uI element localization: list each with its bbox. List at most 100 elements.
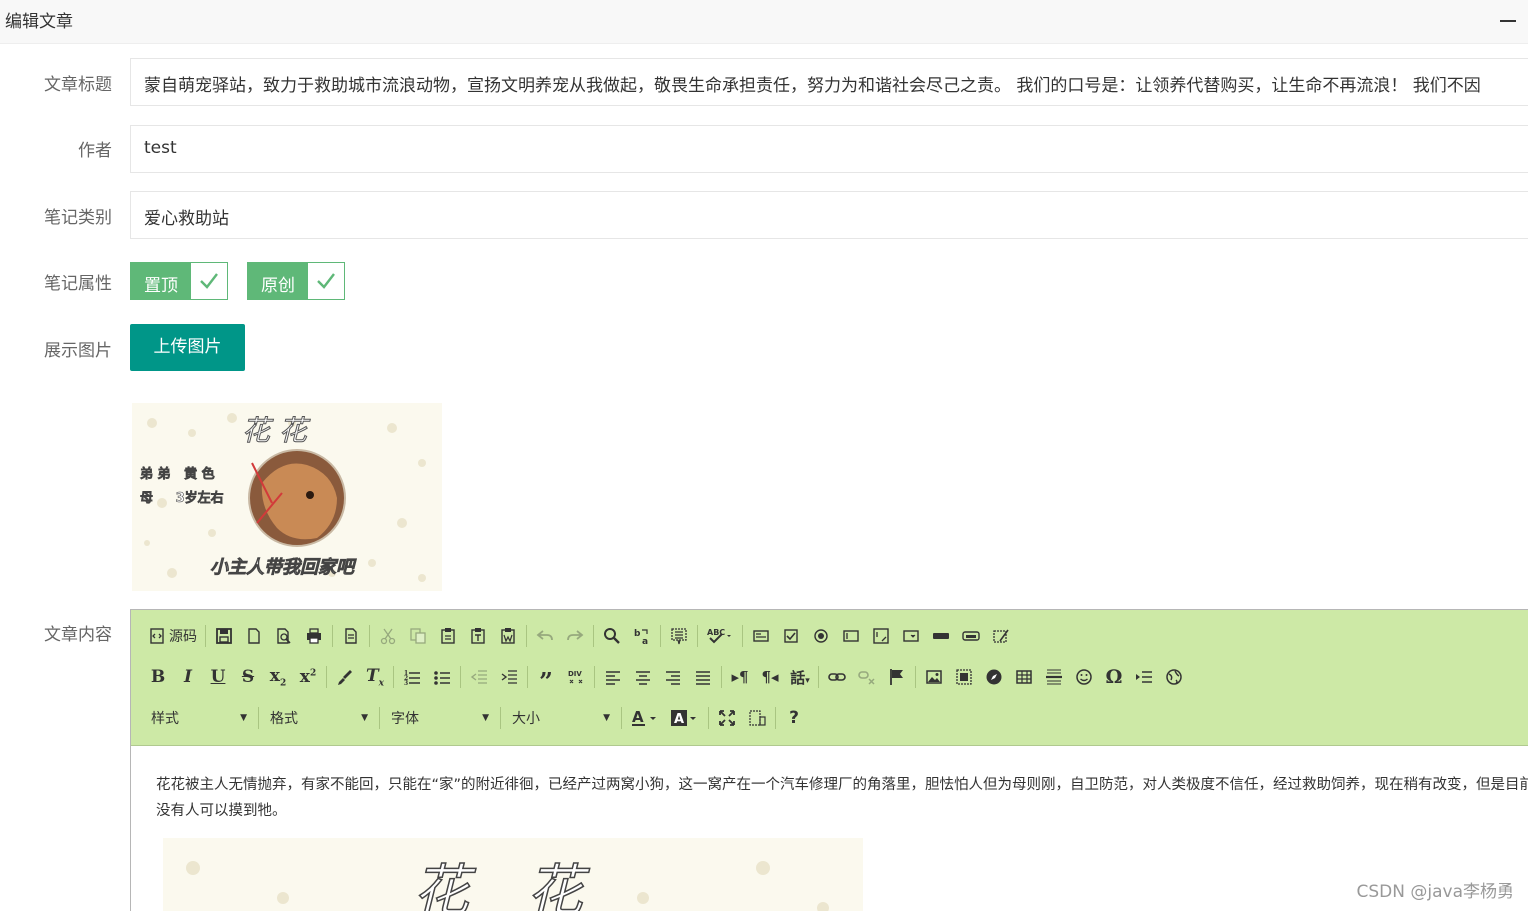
textarea-icon bbox=[873, 628, 889, 644]
page-break-icon bbox=[1136, 671, 1152, 683]
link-button[interactable] bbox=[822, 663, 852, 691]
paste-text-button[interactable] bbox=[463, 622, 493, 650]
maximize-button[interactable] bbox=[712, 704, 742, 732]
create-div-button[interactable]: DIV bbox=[561, 663, 591, 691]
window-title: 编辑文章 bbox=[5, 12, 73, 32]
anchor-button[interactable] bbox=[882, 663, 912, 691]
radio-button[interactable] bbox=[806, 622, 836, 650]
page-break-button[interactable] bbox=[1129, 663, 1159, 691]
editor-body-image[interactable]: 花 花 bbox=[163, 838, 863, 911]
replace-button[interactable]: ba bbox=[627, 622, 657, 650]
select-all-button[interactable] bbox=[664, 622, 694, 650]
iframe-button[interactable] bbox=[1159, 663, 1189, 691]
print-button[interactable] bbox=[299, 622, 329, 650]
redo-button[interactable] bbox=[560, 622, 590, 650]
superscript-icon: x2 bbox=[299, 667, 317, 687]
size-combo[interactable]: 大小 ▼ bbox=[504, 704, 618, 732]
preview-button[interactable] bbox=[269, 622, 299, 650]
indent-button[interactable] bbox=[494, 663, 524, 691]
select-field-button[interactable] bbox=[896, 622, 926, 650]
copy-button[interactable] bbox=[403, 622, 433, 650]
superscript-button[interactable]: x2 bbox=[293, 663, 323, 691]
text-color-button[interactable]: A bbox=[625, 704, 665, 732]
about-button[interactable]: ? bbox=[779, 704, 809, 732]
language-button[interactable]: 話▾ bbox=[785, 663, 815, 691]
preview-info-line1: 弟 弟 黄 色 bbox=[140, 467, 215, 483]
paste-word-button[interactable] bbox=[493, 622, 523, 650]
hidden-field-icon bbox=[993, 629, 1009, 643]
remove-format-button[interactable]: Tx bbox=[360, 663, 390, 691]
find-button[interactable] bbox=[597, 622, 627, 650]
button-field-button[interactable] bbox=[926, 622, 956, 650]
copy-format-button[interactable] bbox=[330, 663, 360, 691]
spellcheck-button[interactable]: ABC bbox=[701, 622, 739, 650]
checkbox-original[interactable]: 原创 bbox=[247, 262, 345, 300]
toolbar-separator bbox=[621, 707, 622, 729]
flash-button[interactable] bbox=[949, 663, 979, 691]
bold-button[interactable]: B bbox=[143, 663, 173, 691]
upload-image-button[interactable]: 上传图片 bbox=[130, 324, 245, 371]
ltr-button[interactable]: ▸¶ bbox=[725, 663, 755, 691]
underline-icon: U bbox=[210, 667, 226, 687]
font-combo-label: 字体 bbox=[391, 711, 419, 727]
rtl-button[interactable]: ¶◂ bbox=[755, 663, 785, 691]
toolbar-separator bbox=[915, 666, 916, 688]
category-input[interactable]: 爱心救助站 bbox=[130, 191, 1528, 239]
align-right-button[interactable] bbox=[658, 663, 688, 691]
unlink-button[interactable] bbox=[852, 663, 882, 691]
window-titlebar: 编辑文章 bbox=[0, 0, 1528, 44]
hidden-field-button[interactable] bbox=[986, 622, 1016, 650]
help-icon: ? bbox=[789, 708, 799, 728]
font-combo[interactable]: 字体 ▼ bbox=[383, 704, 497, 732]
align-left-button[interactable] bbox=[598, 663, 628, 691]
source-button[interactable]: 源码 bbox=[143, 622, 202, 650]
subscript-button[interactable]: x2 bbox=[263, 663, 293, 691]
style-combo[interactable]: 样式 ▼ bbox=[143, 704, 255, 732]
editor-body-text[interactable]: 花花被主人无情抛弃，有家不能回，只能在“家”的附近徘徊，已经产过两窝小狗，这一窝… bbox=[156, 772, 1528, 824]
image-button[interactable] bbox=[919, 663, 949, 691]
numbered-list-button[interactable]: 123 bbox=[397, 663, 427, 691]
checkbox-top[interactable]: 置顶 bbox=[130, 262, 228, 300]
toolbar-separator bbox=[393, 666, 394, 688]
templates-button[interactable] bbox=[336, 622, 366, 650]
minimize-button[interactable] bbox=[1500, 20, 1516, 22]
strike-button[interactable]: S bbox=[233, 663, 263, 691]
author-input[interactable]: test bbox=[130, 125, 1528, 173]
image-button-field[interactable] bbox=[956, 622, 986, 650]
special-char-button[interactable]: Ω bbox=[1099, 663, 1129, 691]
save-button[interactable] bbox=[209, 622, 239, 650]
textfield-button[interactable] bbox=[836, 622, 866, 650]
smiley-button[interactable] bbox=[1069, 663, 1099, 691]
textarea-button[interactable] bbox=[866, 622, 896, 650]
media-button[interactable] bbox=[979, 663, 1009, 691]
title-label: 文章标题 bbox=[44, 75, 112, 95]
cut-icon bbox=[380, 628, 396, 645]
undo-button[interactable] bbox=[530, 622, 560, 650]
rich-text-editor[interactable]: 源码 ba ABC B I U S x2 x2 Tx 1 2 3 ” DIV ▸… bbox=[130, 609, 1528, 911]
show-blocks-button[interactable] bbox=[742, 704, 772, 732]
preview-image: 花 花 弟 弟 黄 色 母 3岁左右 小主人带我回家吧 bbox=[132, 403, 442, 591]
table-button[interactable] bbox=[1009, 663, 1039, 691]
bg-color-button[interactable]: A bbox=[665, 704, 705, 732]
underline-button[interactable]: U bbox=[203, 663, 233, 691]
horizontal-line-button[interactable] bbox=[1039, 663, 1069, 691]
justify-button[interactable] bbox=[688, 663, 718, 691]
bulleted-list-button[interactable] bbox=[427, 663, 457, 691]
blockquote-button[interactable]: ” bbox=[531, 663, 561, 694]
strike-icon: S bbox=[241, 667, 255, 687]
format-combo[interactable]: 格式 ▼ bbox=[262, 704, 376, 732]
paste-button[interactable] bbox=[433, 622, 463, 650]
toolbar-separator bbox=[326, 666, 327, 688]
new-page-button[interactable] bbox=[239, 622, 269, 650]
save-icon bbox=[216, 628, 232, 644]
italic-button[interactable]: I bbox=[173, 663, 203, 691]
align-center-button[interactable] bbox=[628, 663, 658, 691]
title-input[interactable]: 蒙自萌宠驿站，致力于救助城市流浪动物，宣扬文明养宠从我做起，敬畏生命承担责任，努… bbox=[130, 58, 1528, 106]
form-button[interactable] bbox=[746, 622, 776, 650]
compass-icon bbox=[986, 669, 1002, 685]
checkbox-field-button[interactable] bbox=[776, 622, 806, 650]
toolbar-separator bbox=[708, 707, 709, 729]
outdent-button[interactable] bbox=[464, 663, 494, 691]
cut-button[interactable] bbox=[373, 622, 403, 650]
ltr-icon: ▸¶ bbox=[731, 668, 749, 686]
